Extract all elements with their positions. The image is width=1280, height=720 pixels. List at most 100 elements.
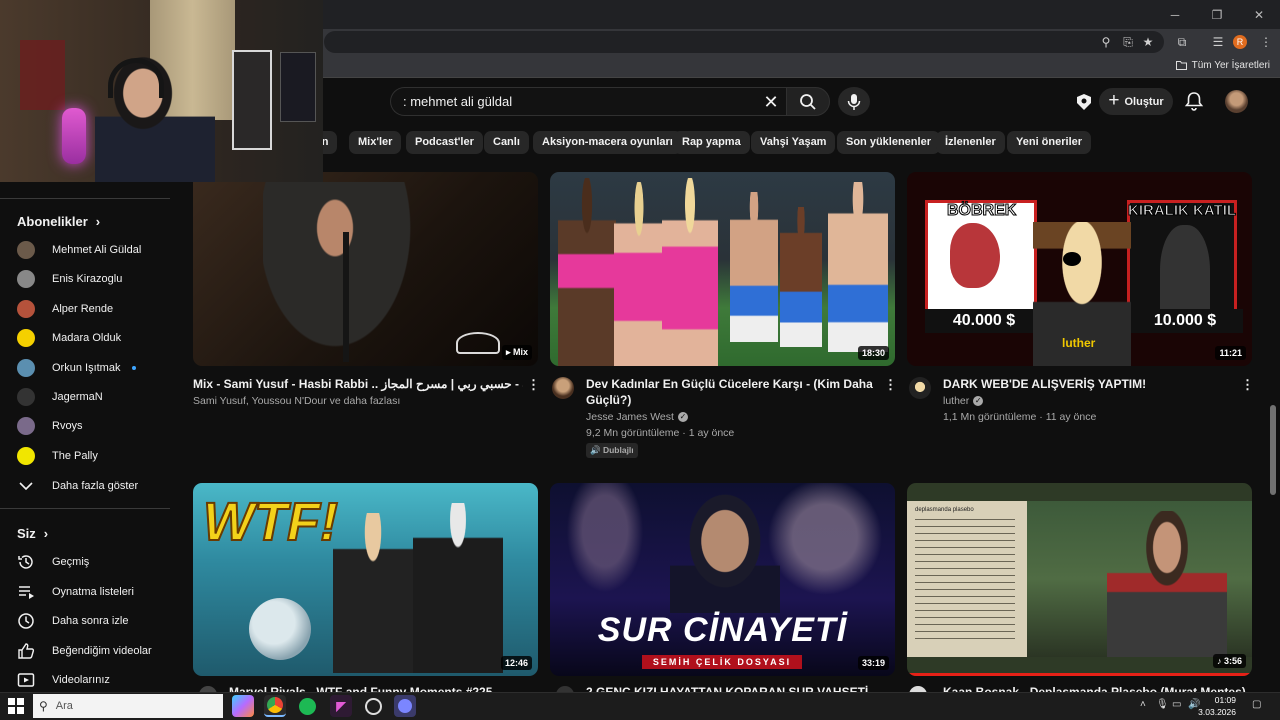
channel-watermark-logo (456, 332, 500, 354)
playlist-icon: ▸ (505, 347, 513, 357)
video-title[interactable]: 2 GENÇ KIZI HAYATTAN KOPARAN SUR VAHŞETİ… (586, 684, 886, 692)
video-thumbnail[interactable]: deplasmanda plasebo ♪ 3:56 (907, 483, 1252, 676)
filter-chip[interactable]: Yeni öneriler (1007, 131, 1092, 154)
notifications-bell-icon[interactable] (1183, 90, 1205, 112)
filter-chip[interactable]: Aksiyon-macera oyunları (533, 131, 682, 154)
channel-avatar[interactable] (552, 377, 574, 399)
video-thumbnail[interactable]: BÖBREK KIRALIK KATIL 40.000 $ 10.000 $ l… (907, 172, 1252, 366)
cast-icon[interactable] (1073, 91, 1095, 113)
search-icon (800, 93, 816, 110)
filter-chip[interactable]: Mix'ler (349, 131, 402, 154)
subscription-item[interactable]: Enis Kirazoglu (17, 267, 167, 291)
voice-search-button[interactable] (838, 87, 870, 116)
minimize-icon[interactable]: ─ (1154, 0, 1196, 29)
clear-search-icon[interactable]: ✕ (760, 91, 782, 113)
create-button[interactable]: + Oluştur (1099, 88, 1173, 115)
profile-icon[interactable]: R (1233, 35, 1249, 51)
discord-icon[interactable] (394, 695, 416, 717)
video-thumbnail[interactable]: SUR CİNAYETİ SEMİH ÇELİK DOSYASI 33:19 (550, 483, 895, 676)
subscription-item[interactable]: Mehmet Ali Güldal (17, 238, 167, 262)
video-channel[interactable]: Jesse James West ✓ (586, 409, 688, 425)
search-input[interactable]: : mehmet ali güldal (390, 87, 786, 116)
spotify-icon[interactable] (296, 695, 318, 717)
taskbar-search-box[interactable]: ⚲ Ara (33, 694, 223, 718)
video-title[interactable]: DARK WEB'DE ALIŞVERİŞ YAPTIM! (943, 376, 1233, 392)
thumbnail-person (614, 182, 664, 366)
microphone-icon (847, 93, 861, 110)
copilot-icon[interactable] (232, 695, 254, 717)
show-more-button[interactable]: Daha fazla göster (17, 474, 167, 498)
close-window-icon[interactable]: ✕ (1238, 0, 1280, 29)
video-thumbnail[interactable]: ▸ Mix (193, 172, 538, 366)
extensions-icon[interactable]: ⧉ (1174, 34, 1190, 50)
video-channel[interactable]: luther ✓ (943, 393, 984, 409)
channel-avatar[interactable] (909, 377, 931, 399)
video-title[interactable]: Marvel Rivals - WTF and Funny Moments #2… (229, 684, 529, 692)
thumbnail-person (780, 207, 822, 347)
ide-icon[interactable]: ◤ (330, 695, 352, 717)
obs-icon[interactable] (362, 695, 384, 717)
more-actions-icon[interactable]: ⋮ (527, 377, 540, 393)
subscriptions-heading[interactable]: Abonelikler › (17, 214, 100, 229)
you-item-label: Videolarınız (52, 674, 110, 686)
wall-poster (280, 52, 316, 122)
windows-start-icon[interactable] (8, 698, 24, 714)
subscription-item[interactable]: Orkun Işıtmak (17, 356, 167, 380)
network-icon[interactable]: ▭ (1172, 699, 1181, 710)
video-channel[interactable]: Sami Yusuf, Youssou N'Dour ve daha fazla… (193, 393, 400, 409)
search-button[interactable] (786, 87, 830, 116)
duration-badge: 11:21 (1215, 346, 1246, 360)
more-actions-icon[interactable]: ⋮ (884, 377, 897, 393)
subscription-label: Madara Olduk (52, 332, 122, 345)
microphone-tray-icon[interactable]: 🎙 (1156, 699, 1169, 710)
video-thumbnail[interactable]: WTF! 12:46 (193, 483, 538, 676)
browser-menu-icon[interactable]: ⋮ (1258, 34, 1274, 50)
more-actions-icon[interactable]: ⋮ (1241, 377, 1254, 393)
restore-icon[interactable]: ❐ (1196, 0, 1238, 29)
filter-chip[interactable]: Rap yapma (673, 131, 750, 154)
address-bar[interactable] (324, 31, 1164, 53)
notification-center-icon[interactable]: ▢ (1252, 699, 1261, 710)
thumbnail-text: KIRALIK KATIL (1127, 202, 1237, 220)
channel-avatar (17, 299, 35, 318)
you-item-label: Beğendiğim videolar (52, 644, 152, 657)
duration-badge: 12:46 (500, 656, 532, 670)
subscription-item[interactable]: Madara Olduk (17, 326, 167, 350)
watched-progress-bar (907, 673, 1252, 676)
filter-chip[interactable]: Son yüklenenler (837, 131, 940, 154)
subscription-label: The Pally (52, 449, 98, 462)
you-heading[interactable]: Siz › (17, 526, 48, 541)
video-thumbnail[interactable]: 18:30 (550, 172, 895, 366)
filter-chip[interactable]: Podcast'ler (406, 131, 483, 154)
reading-list-icon[interactable]: ☰ (1210, 34, 1226, 50)
filter-chip[interactable]: Vahşi Yaşam (751, 131, 836, 154)
video-title[interactable]: Kaan Boşnak - Deplasmanda Plasebo (Murat… (943, 684, 1246, 692)
video-title[interactable]: Dev Kadınlar En Güçlü Cücelere Karşı - (… (586, 376, 876, 408)
you-item[interactable]: Videolarınız (17, 668, 167, 692)
filter-chip[interactable]: Canlı (484, 131, 529, 154)
video-title[interactable]: Mix - Sami Yusuf - Hasbi Rabbi .. سامي ي… (193, 376, 523, 392)
row2-titles-clip: Marvel Rivals - WTF and Funny Moments #2… (193, 682, 1253, 692)
page-scrollbar-thumb[interactable] (1270, 405, 1276, 495)
wall-poster (20, 40, 65, 110)
account-avatar[interactable] (1225, 90, 1248, 113)
tray-expand-icon[interactable]: ˄ (1140, 699, 1146, 710)
thumbnail-person (828, 182, 888, 352)
all-bookmarks-folder[interactable]: Tüm Yer İşaretleri (1175, 60, 1270, 71)
filter-chip[interactable]: İzlenenler (936, 131, 1005, 154)
chrome-icon[interactable] (264, 695, 286, 717)
you-item[interactable]: Daha sonra izle (17, 609, 167, 633)
zoom-icon[interactable]: ⚲ (1098, 34, 1114, 50)
subscription-item[interactable]: JagermaN (17, 385, 167, 409)
you-item[interactable]: Beğendiğim videolar (17, 639, 167, 663)
bookmark-star-icon[interactable]: ★ (1140, 34, 1156, 50)
subscription-item[interactable]: Rvoys (17, 414, 167, 438)
book-text-lines (915, 519, 1015, 639)
subscription-item[interactable]: The Pally (17, 444, 167, 468)
window-controls: ─ ❐ ✕ (1154, 0, 1280, 29)
subscription-item[interactable]: Alper Rende (17, 297, 167, 321)
install-app-icon[interactable]: ⎘ (1120, 34, 1136, 50)
taskbar-clock[interactable]: 01:09 3.03.2026 (1198, 694, 1236, 718)
you-item[interactable]: Geçmiş (17, 550, 167, 574)
you-item[interactable]: Oynatma listeleri (17, 580, 167, 604)
